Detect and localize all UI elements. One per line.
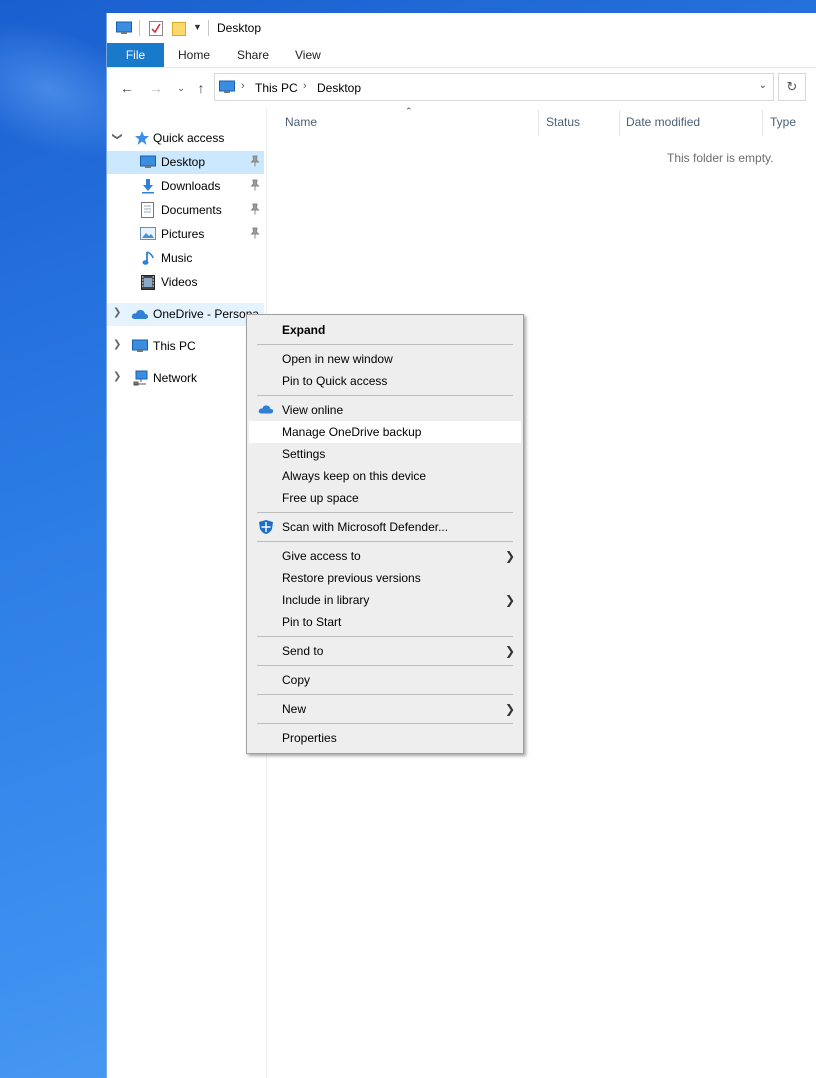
nav-item-onedrive[interactable]: ❯ OneDrive - Personal <box>107 303 264 326</box>
empty-folder-message: This folder is empty. <box>667 151 774 165</box>
menu-item-always-keep-on-device[interactable]: Always keep on this device <box>249 465 521 487</box>
nav-item-this-pc[interactable]: ❯ This PC <box>107 335 264 358</box>
tab-file[interactable]: File <box>107 43 164 67</box>
tab-view[interactable]: View <box>295 43 321 67</box>
expand-chevron-icon[interactable]: ❯ <box>113 339 121 350</box>
tab-home[interactable]: Home <box>178 43 210 67</box>
pin-icon <box>250 203 260 215</box>
nav-label: Documents <box>161 203 222 217</box>
navigation-pane: ❯ Quick access Desktop Downloads Documen… <box>107 108 267 1078</box>
star-icon <box>134 130 150 149</box>
onedrive-cloud-icon <box>258 403 274 417</box>
music-icon <box>142 250 156 269</box>
tab-share[interactable]: Share <box>237 43 269 67</box>
network-icon <box>132 370 148 389</box>
menu-item-scan-with-defender[interactable]: Scan with Microsoft Defender... <box>249 516 521 538</box>
pin-icon <box>250 155 260 167</box>
menu-item-copy[interactable]: Copy <box>249 669 521 691</box>
submenu-arrow-icon: ❯ <box>505 644 516 658</box>
menu-item-send-to[interactable]: Send to ❯ <box>249 640 521 662</box>
window-title: Desktop <box>217 21 262 35</box>
back-arrow-icon[interactable]: ← <box>119 80 135 96</box>
column-header-status[interactable]: Status <box>546 115 580 129</box>
menu-item-give-access-to[interactable]: Give access to ❯ <box>249 545 521 567</box>
menu-item-view-online[interactable]: View online <box>249 399 521 421</box>
refresh-icon[interactable]: ↻ <box>778 73 806 101</box>
address-bar[interactable]: › This PC › Desktop ⌄ <box>214 73 774 101</box>
menu-item-properties[interactable]: Properties <box>249 727 521 749</box>
menu-item-free-up-space[interactable]: Free up space <box>249 487 521 509</box>
this-pc-icon <box>132 339 148 356</box>
customize-toolbar-dropdown-icon[interactable]: ▼ <box>193 22 202 32</box>
submenu-arrow-icon: ❯ <box>505 593 516 607</box>
breadcrumb-desktop[interactable]: Desktop <box>317 81 361 95</box>
nav-item-pictures[interactable]: Pictures <box>107 223 264 246</box>
nav-item-documents[interactable]: Documents <box>107 199 264 222</box>
breadcrumb-this-pc[interactable]: This PC <box>255 81 298 95</box>
nav-quick-access[interactable]: ❯ Quick access <box>107 127 264 150</box>
menu-item-new[interactable]: New ❯ <box>249 698 521 720</box>
navigation-bar: ← → ⌄ ↑ › This PC › Desktop ⌄ ↻ <box>107 68 816 108</box>
menu-item-open-in-new-window[interactable]: Open in new window <box>249 348 521 370</box>
breadcrumb-separator: › <box>241 80 245 92</box>
menu-item-manage-onedrive-backup[interactable]: Manage OneDrive backup <box>249 421 521 443</box>
menu-item-expand[interactable]: Expand <box>249 319 521 341</box>
pin-icon <box>250 227 260 239</box>
title-bar: ▼ Desktop <box>107 13 816 43</box>
column-header-name[interactable]: Name <box>285 115 317 129</box>
nav-item-desktop[interactable]: Desktop <box>107 151 264 174</box>
nav-label: Videos <box>161 275 198 289</box>
pin-icon <box>250 179 260 191</box>
nav-item-music[interactable]: Music <box>107 247 264 270</box>
nav-label: This PC <box>153 339 196 353</box>
downloads-icon <box>140 178 156 197</box>
nav-label: Pictures <box>161 227 205 241</box>
documents-icon <box>141 202 155 221</box>
expand-chevron-icon[interactable]: ❯ <box>113 307 121 318</box>
nav-item-videos[interactable]: Videos <box>107 271 264 294</box>
menu-item-pin-to-quick-access[interactable]: Pin to Quick access <box>249 370 521 392</box>
address-history-chevron-icon[interactable]: ⌄ <box>759 80 767 91</box>
nav-label: Downloads <box>161 179 221 193</box>
recent-locations-chevron-icon[interactable]: ⌄ <box>173 80 189 96</box>
videos-icon <box>141 275 155 293</box>
collapse-chevron-icon[interactable]: ❯ <box>112 132 123 140</box>
sort-ascending-icon: ⌃ <box>405 106 413 116</box>
address-pc-icon <box>219 80 235 97</box>
nav-label: Music <box>161 251 193 265</box>
menu-item-pin-to-start[interactable]: Pin to Start <box>249 611 521 633</box>
nav-label: OneDrive - Personal <box>153 307 259 321</box>
pictures-icon <box>140 227 156 244</box>
nav-item-downloads[interactable]: Downloads <box>107 175 264 198</box>
nav-label: Desktop <box>161 155 206 169</box>
defender-shield-icon <box>258 519 274 534</box>
expand-chevron-icon[interactable]: ❯ <box>113 371 121 382</box>
onedrive-cloud-icon <box>131 308 149 323</box>
menu-item-settings[interactable]: Settings <box>249 443 521 465</box>
ribbon-tabs: File Home Share View <box>107 43 816 68</box>
new-folder-quick-icon[interactable] <box>172 21 186 39</box>
column-header-date-modified[interactable]: Date modified <box>626 115 700 129</box>
menu-item-include-in-library[interactable]: Include in library ❯ <box>249 589 521 611</box>
up-arrow-icon[interactable]: ↑ <box>193 80 209 96</box>
desktop-icon <box>140 155 156 172</box>
submenu-arrow-icon: ❯ <box>505 702 516 716</box>
menu-item-restore-previous-versions[interactable]: Restore previous versions <box>249 567 521 589</box>
column-header-type[interactable]: Type <box>770 115 796 129</box>
properties-quick-icon[interactable] <box>149 21 163 39</box>
window-desktop-icon <box>116 21 132 38</box>
context-menu: Expand Open in new window Pin to Quick a… <box>246 314 524 754</box>
nav-label: Network <box>153 371 198 385</box>
nav-item-network[interactable]: ❯ Network <box>107 367 264 390</box>
nav-label: Quick access <box>153 131 225 145</box>
breadcrumb-separator: › <box>303 80 307 92</box>
submenu-arrow-icon: ❯ <box>505 549 516 563</box>
forward-arrow-icon[interactable]: → <box>148 80 164 96</box>
